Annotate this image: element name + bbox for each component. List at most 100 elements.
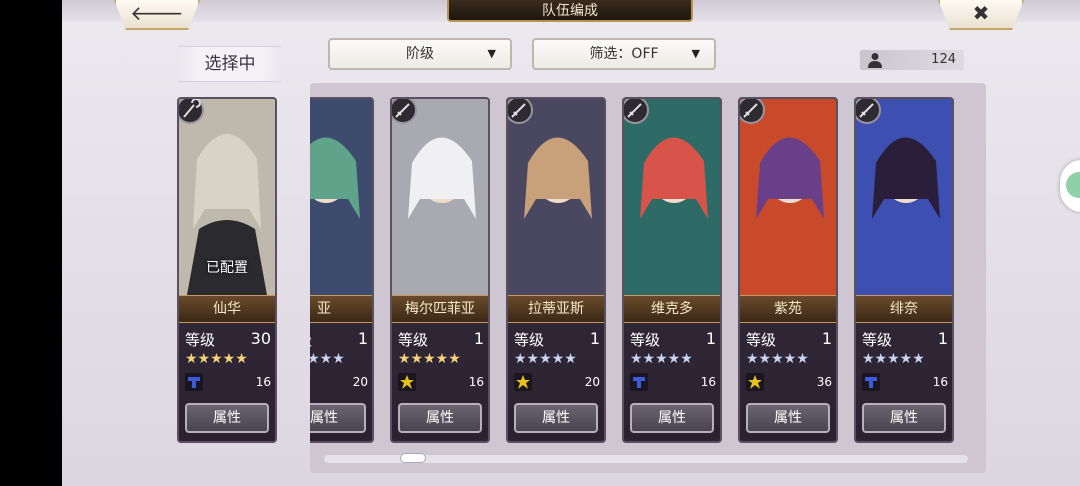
cost-row: 16 xyxy=(398,373,484,393)
attribute-button[interactable]: 属性 xyxy=(630,403,714,433)
rarity-stars: ★★★★★ xyxy=(862,351,925,367)
unit-cost: 16 xyxy=(700,375,716,389)
unit-portrait xyxy=(740,99,836,295)
class-icon xyxy=(862,373,880,391)
filter-dropdown-label: 筛选：OFF xyxy=(589,46,659,62)
level-label: 等级 xyxy=(310,329,312,350)
unit-name: 维克多 xyxy=(624,295,720,323)
sort-dropdown[interactable]: 阶级 ▼ xyxy=(328,38,512,70)
unit-name: 拉蒂亚斯 xyxy=(508,295,604,323)
sword-icon xyxy=(624,99,649,124)
cost-row: 20 xyxy=(514,373,600,393)
attribute-button[interactable]: 属性 xyxy=(514,403,598,433)
level-value: 1 xyxy=(705,329,716,348)
unit-portrait xyxy=(392,99,488,295)
rarity-stars: ★★★★★ xyxy=(185,351,248,367)
unit-count: 124 xyxy=(931,52,956,67)
level-value: 1 xyxy=(589,329,600,348)
unit-cost: 36 xyxy=(816,375,832,389)
chevron-down-icon: ▼ xyxy=(487,47,496,60)
cost-row: 20 xyxy=(310,373,368,393)
unit-list-panel: 亚 等级 1 ★★★★★ 20 属性 梅尔匹菲亚 等级 1 xyxy=(310,83,986,473)
sword-icon xyxy=(856,99,881,124)
close-icon: ✖ xyxy=(972,1,990,25)
class-icon xyxy=(746,373,764,391)
level-label: 等级 xyxy=(398,331,429,349)
cost-row: 36 xyxy=(746,373,832,393)
unit-name: 梅尔匹菲亚 xyxy=(392,295,488,323)
selected-unit-card[interactable]: 已配置 仙华 等级 30 ★★★★★ 16 属性 xyxy=(177,97,277,443)
back-button[interactable]: 🡐 xyxy=(114,0,200,30)
unit-cost: 16 xyxy=(468,375,484,389)
level-row: 等级 1 xyxy=(630,329,716,349)
unit-portrait xyxy=(624,99,720,295)
attribute-button[interactable]: 属性 xyxy=(746,403,830,433)
class-icon xyxy=(630,373,648,391)
unit-portrait xyxy=(856,99,952,295)
level-value: 30 xyxy=(250,329,271,348)
class-icon xyxy=(514,373,532,391)
sword-icon xyxy=(508,99,533,124)
horizontal-scrollbar[interactable] xyxy=(324,453,968,463)
cost-row: 16 xyxy=(630,373,716,393)
rarity-stars: ★★★★★ xyxy=(630,351,693,367)
chat-icon xyxy=(1066,172,1080,198)
attribute-button[interactable]: 属性 xyxy=(185,403,269,433)
unit-name: 绯奈 xyxy=(856,295,952,323)
sort-dropdown-label: 阶级 xyxy=(406,46,434,62)
scroll-thumb[interactable] xyxy=(400,453,426,463)
class-icon xyxy=(398,373,416,391)
unit-card[interactable]: 亚 等级 1 ★★★★★ 20 属性 xyxy=(310,97,374,443)
unit-card[interactable]: 绯奈 等级 1 ★★★★★ 16 属性 xyxy=(854,97,954,443)
unit-name: 仙华 xyxy=(179,295,275,323)
sword-icon xyxy=(392,99,417,124)
level-value: 1 xyxy=(821,329,832,348)
rarity-stars: ★★★★★ xyxy=(398,351,461,367)
attribute-button[interactable]: 属性 xyxy=(310,403,366,433)
level-row: 等级 1 xyxy=(862,329,948,349)
unit-portrait xyxy=(310,99,372,295)
team-formation-screen: 队伍编成 🡐 ✖ 选择中 阶级 ▼ 筛选：OFF ▼ 124 已配置 仙华 等级… xyxy=(62,0,1080,486)
level-row: 等级 1 xyxy=(514,329,600,349)
level-row: 等级 1 xyxy=(310,329,368,349)
rarity-stars: ★★★★★ xyxy=(746,351,809,367)
cost-row: 16 xyxy=(862,373,948,393)
chevron-down-icon: ▼ xyxy=(691,47,700,60)
cost-row: 16 xyxy=(185,373,271,393)
unit-count-badge: 124 xyxy=(860,50,964,70)
unit-portrait xyxy=(508,99,604,295)
filter-dropdown[interactable]: 筛选：OFF ▼ xyxy=(532,38,716,70)
rarity-stars: ★★★★★ xyxy=(514,351,577,367)
selected-label: 选择中 xyxy=(179,46,281,82)
level-label: 等级 xyxy=(746,331,777,349)
chat-bubble-button[interactable] xyxy=(1060,160,1080,212)
unit-card[interactable]: 紫苑 等级 1 ★★★★★ 36 属性 xyxy=(738,97,838,443)
unit-card[interactable]: 梅尔匹菲亚 等级 1 ★★★★★ 16 属性 xyxy=(390,97,490,443)
sword-icon xyxy=(740,99,765,124)
screen-edge xyxy=(0,0,62,486)
unit-cost: 20 xyxy=(584,375,600,389)
unit-card[interactable]: 维克多 等级 1 ★★★★★ 16 属性 xyxy=(622,97,722,443)
unit-cost: 16 xyxy=(255,375,271,389)
level-label: 等级 xyxy=(862,331,893,349)
user-icon xyxy=(868,53,882,68)
class-icon xyxy=(185,373,203,391)
level-row: 等级 1 xyxy=(746,329,832,349)
rarity-stars: ★★★★★ xyxy=(310,351,345,367)
unit-name: 亚 xyxy=(310,295,372,323)
level-label: 等级 xyxy=(630,331,661,349)
equipped-text: 已配置 xyxy=(206,260,248,276)
level-value: 1 xyxy=(357,329,368,348)
unit-name: 紫苑 xyxy=(740,295,836,323)
staff-icon xyxy=(179,99,204,124)
level-row: 等级 1 xyxy=(398,329,484,349)
attribute-button[interactable]: 属性 xyxy=(862,403,946,433)
level-label: 等级 xyxy=(185,331,216,349)
level-label: 等级 xyxy=(514,331,545,349)
level-value: 1 xyxy=(937,329,948,348)
unit-cost: 16 xyxy=(932,375,948,389)
unit-card[interactable]: 拉蒂亚斯 等级 1 ★★★★★ 20 属性 xyxy=(506,97,606,443)
level-row: 等级 30 xyxy=(185,329,271,349)
attribute-button[interactable]: 属性 xyxy=(398,403,482,433)
close-button[interactable]: ✖ xyxy=(938,0,1024,30)
